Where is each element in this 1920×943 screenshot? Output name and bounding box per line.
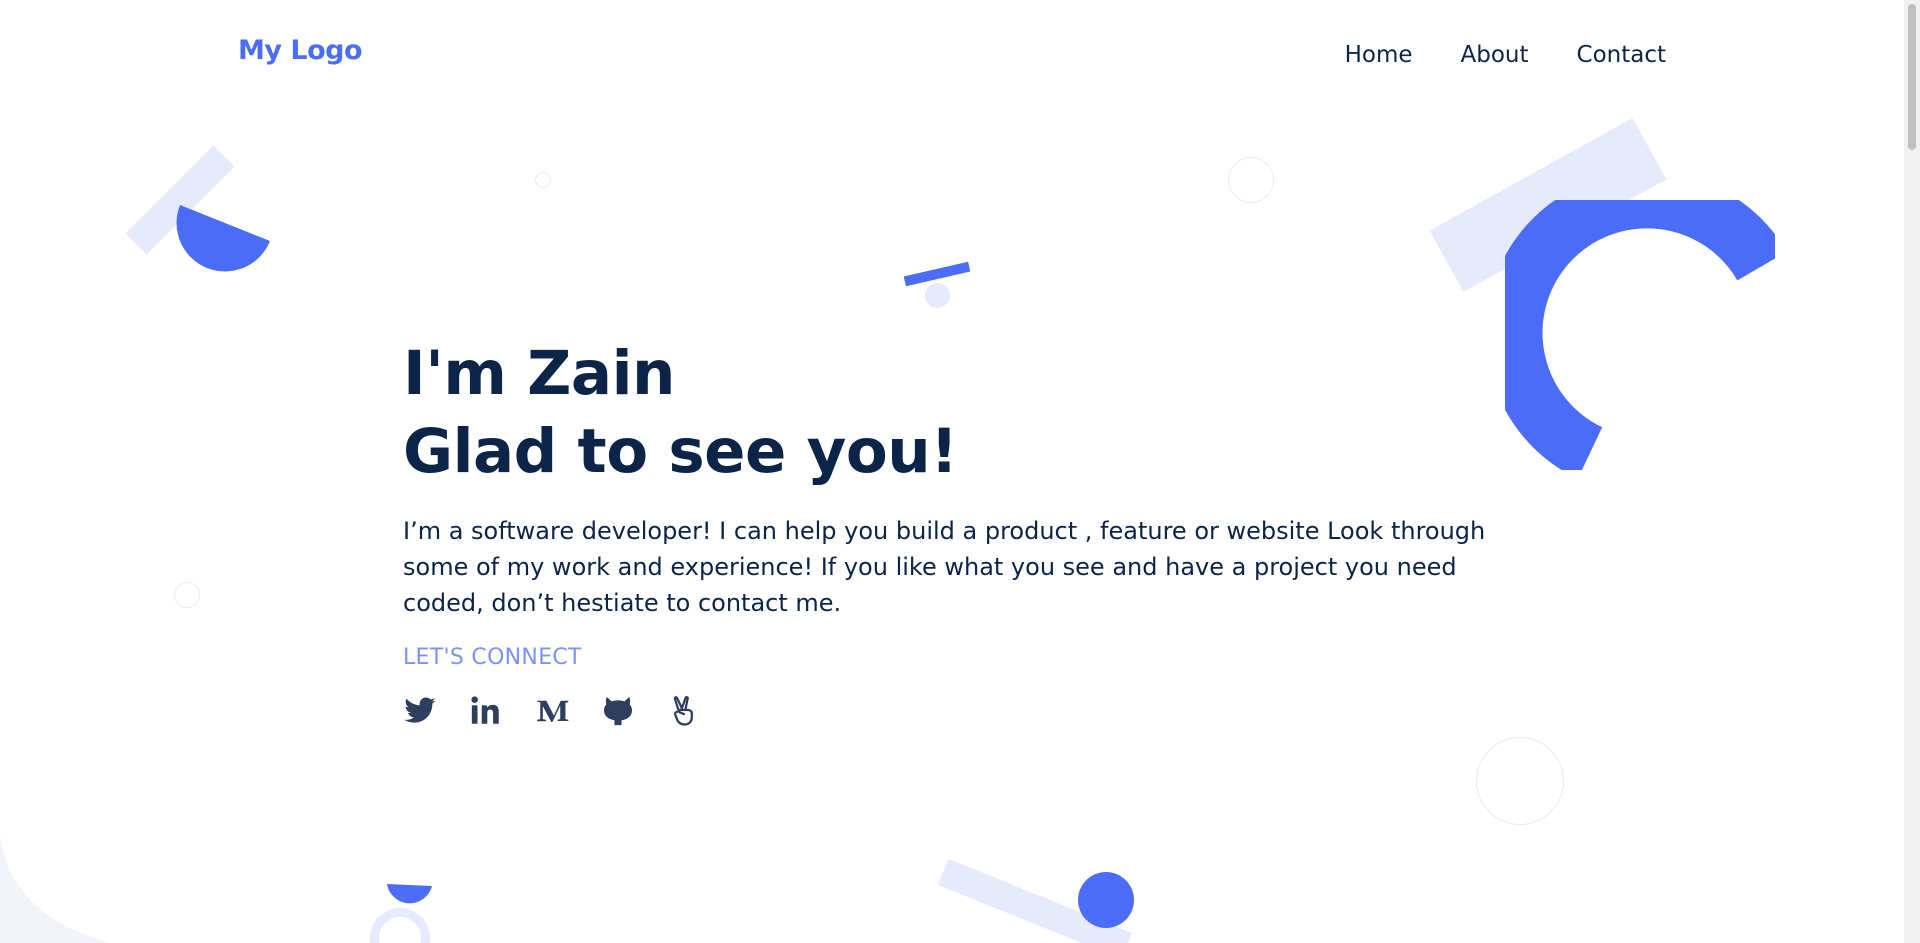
decor-wave-bottom-left <box>0 835 110 943</box>
twitter-link[interactable] <box>403 694 437 728</box>
github-link[interactable] <box>601 694 635 728</box>
linkedin-icon <box>471 696 499 724</box>
decor-dot-bottom <box>1078 872 1134 928</box>
nav-home-link[interactable]: Home <box>1345 42 1413 68</box>
decor-dot-mid <box>925 283 950 308</box>
decor-ring-bottom-right <box>1476 737 1564 825</box>
angellist-icon <box>673 696 693 726</box>
hero-title-line2: Glad to see you! <box>403 416 958 487</box>
decor-ring-small-top <box>535 172 551 188</box>
page: My Logo Home About Contact I'm Zain Glad… <box>0 0 1904 943</box>
decor-arc-right <box>1505 200 1775 470</box>
main-nav: Home About Contact <box>1345 42 1666 68</box>
decor-ring-bottom <box>370 908 430 943</box>
hero-title-line1: I'm Zain <box>403 338 675 409</box>
scrollbar[interactable] <box>1904 0 1920 943</box>
angellist-link[interactable] <box>667 694 701 728</box>
decor-ring-top-right <box>1228 157 1274 203</box>
scrollbar-thumb[interactable] <box>1908 4 1916 150</box>
nav-contact-link[interactable]: Contact <box>1577 42 1666 68</box>
social-links <box>403 694 1493 728</box>
hero-description: I’m a software developer! I can help you… <box>403 517 1486 617</box>
decor-half-circle-top-left <box>176 205 270 272</box>
decor-ring-left <box>174 582 200 608</box>
hero-title: I'm Zain Glad to see you! <box>403 335 1493 491</box>
github-icon <box>603 696 633 726</box>
connect-label: LET'S CONNECT <box>403 645 582 670</box>
linkedin-link[interactable] <box>469 694 503 728</box>
medium-icon <box>537 700 569 723</box>
twitter-icon <box>404 697 436 723</box>
decor-half-circle-bottom <box>387 884 432 904</box>
hero-section: I'm Zain Glad to see you! I’m a software… <box>403 335 1493 728</box>
medium-link[interactable] <box>535 694 569 728</box>
logo[interactable]: My Logo <box>238 35 363 66</box>
nav-about-link[interactable]: About <box>1461 42 1529 68</box>
